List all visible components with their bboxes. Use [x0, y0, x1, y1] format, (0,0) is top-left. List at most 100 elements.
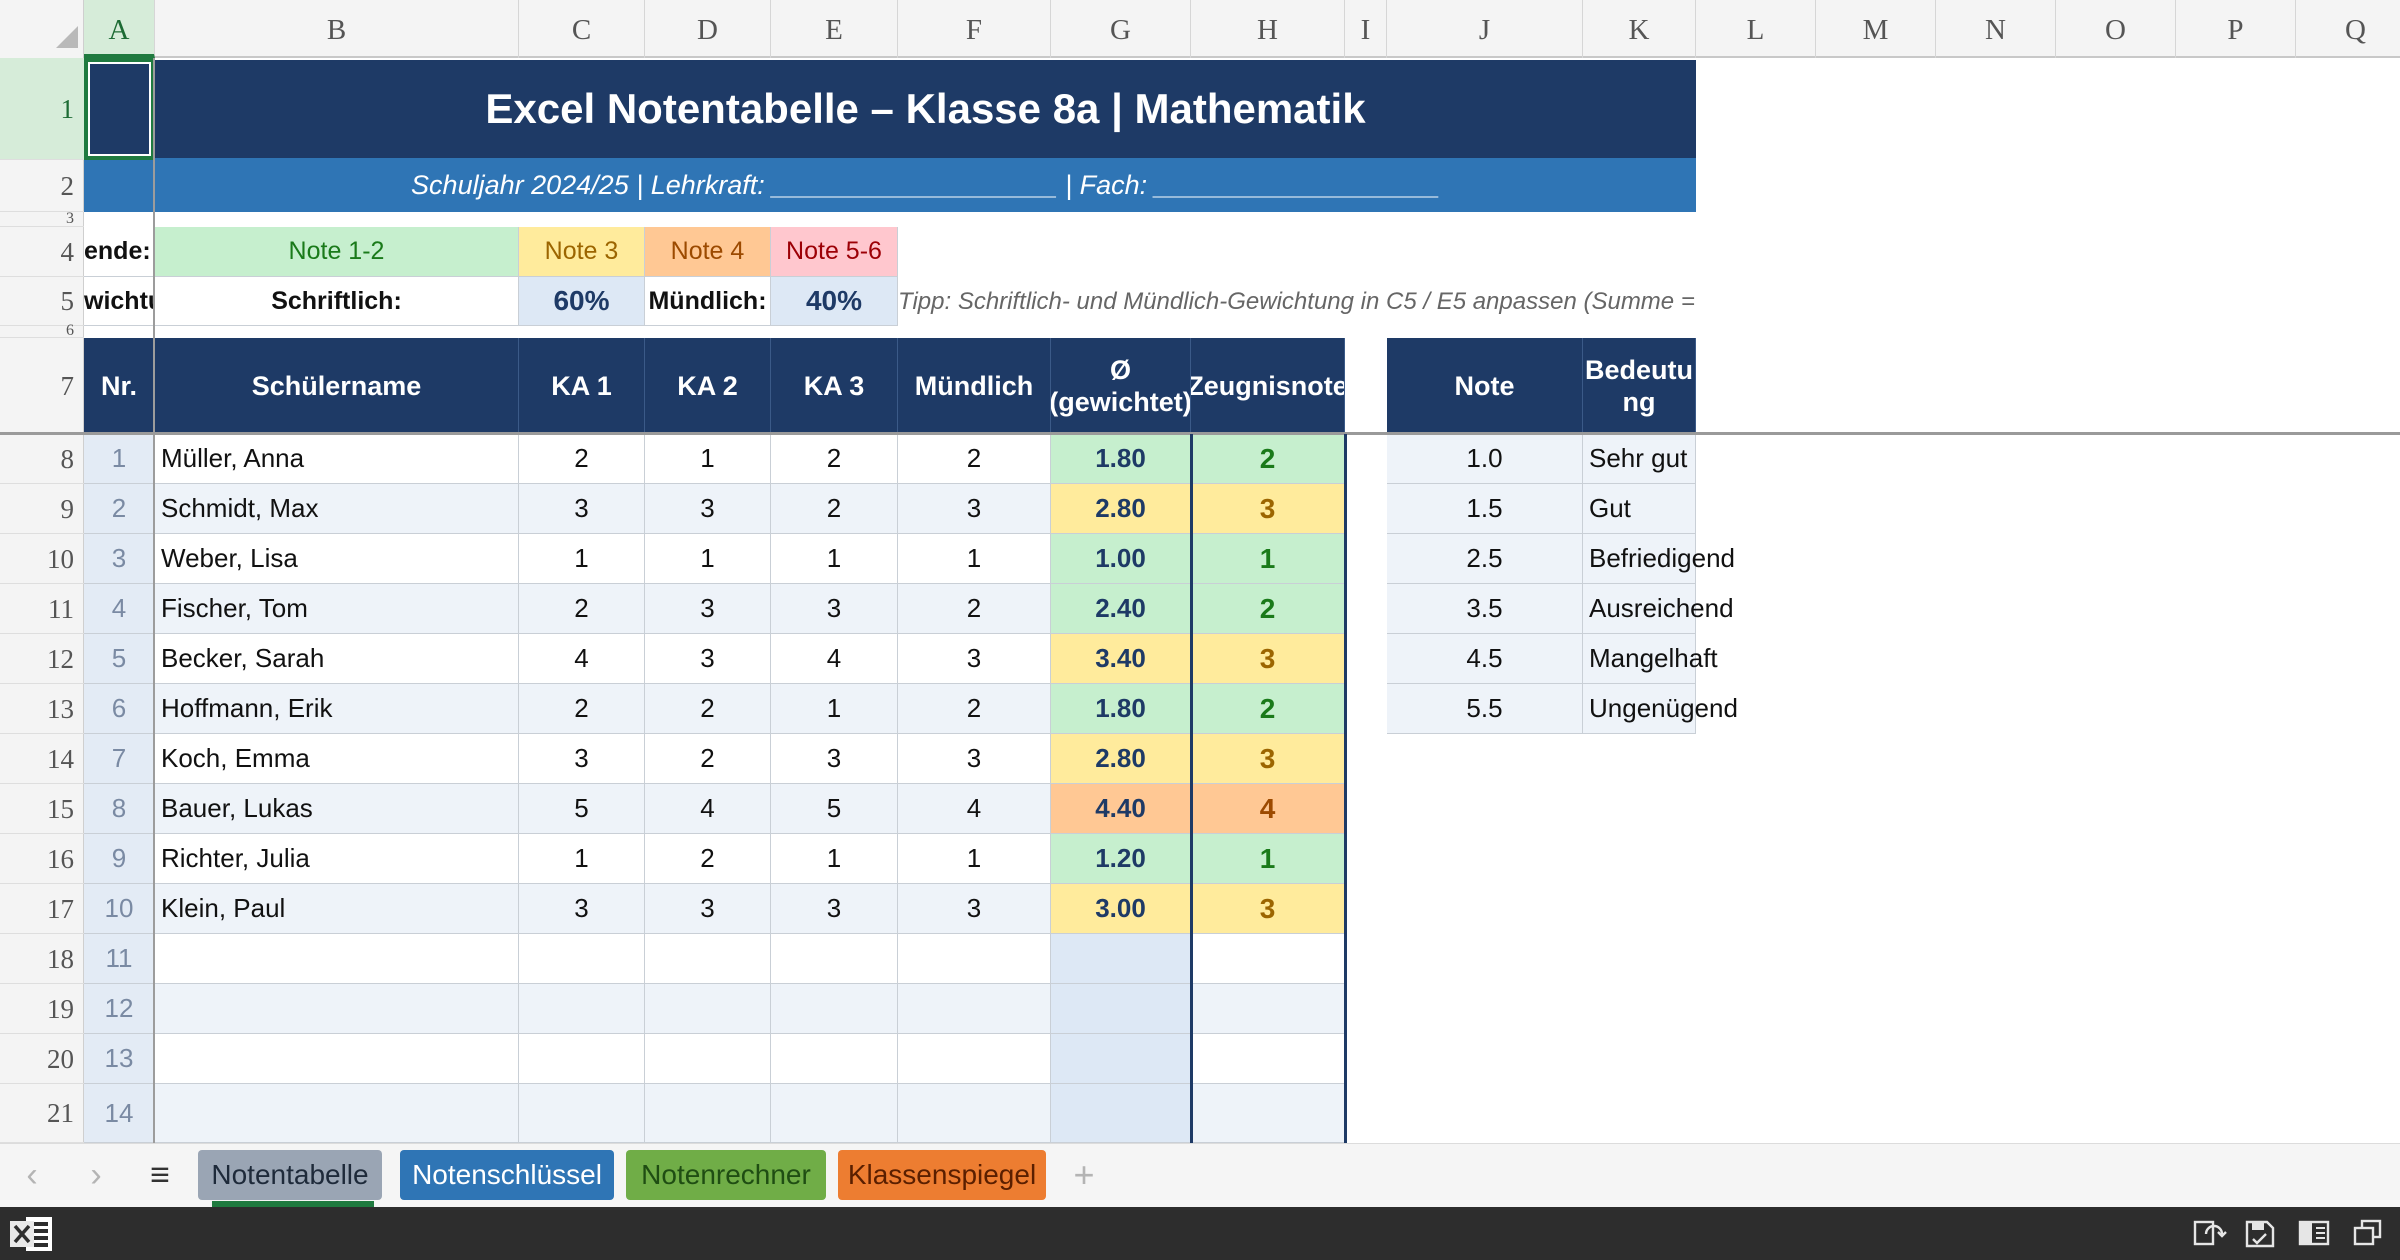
- column-header-e[interactable]: E: [771, 0, 898, 58]
- grade-cell-ka1[interactable]: 3: [519, 884, 645, 934]
- grade-cell-ka2[interactable]: [645, 984, 771, 1034]
- final-grade-cell[interactable]: 3: [1191, 484, 1345, 534]
- row-header-21[interactable]: 21: [0, 1084, 84, 1143]
- grade-cell-ka2[interactable]: 3: [645, 484, 771, 534]
- grade-cell-ka1[interactable]: [519, 1034, 645, 1084]
- grade-cell-oral[interactable]: 3: [898, 634, 1051, 684]
- key-meaning-cell[interactable]: Mangelhaft: [1583, 634, 1718, 684]
- final-grade-cell[interactable]: 2: [1191, 434, 1345, 484]
- weighted-average-cell[interactable]: 1.00: [1051, 534, 1191, 584]
- row-header-19[interactable]: 19: [0, 984, 84, 1034]
- grade-cell-oral[interactable]: [898, 1084, 1051, 1143]
- column-header-g[interactable]: G: [1051, 0, 1191, 58]
- final-grade-cell[interactable]: [1191, 1084, 1345, 1143]
- grade-cell-oral[interactable]: 3: [898, 484, 1051, 534]
- column-header-f[interactable]: F: [898, 0, 1051, 58]
- grade-cell-ka1[interactable]: [519, 1084, 645, 1143]
- row-header-6[interactable]: 6: [0, 323, 84, 339]
- final-grade-cell[interactable]: 1: [1191, 534, 1345, 584]
- grade-cell-ka1[interactable]: 2: [519, 584, 645, 634]
- prev-sheet-button[interactable]: ‹: [12, 1143, 52, 1207]
- student-name-cell[interactable]: [155, 934, 519, 984]
- grade-cell-ka3[interactable]: 1: [771, 684, 898, 734]
- student-name-cell[interactable]: Koch, Emma: [155, 734, 519, 784]
- grade-cell-oral[interactable]: 3: [898, 734, 1051, 784]
- key-meaning-cell[interactable]: Befriedigend: [1583, 534, 1735, 584]
- key-note-cell[interactable]: 3.5: [1387, 584, 1583, 634]
- final-grade-cell[interactable]: 4: [1191, 784, 1345, 834]
- grade-cell-ka1[interactable]: 5: [519, 784, 645, 834]
- grade-cell-ka2[interactable]: 4: [645, 784, 771, 834]
- weighted-average-cell[interactable]: 3.40: [1051, 634, 1191, 684]
- weighted-average-cell[interactable]: [1051, 934, 1191, 984]
- grade-cell-ka3[interactable]: [771, 1034, 898, 1084]
- row-header-8[interactable]: 8: [0, 434, 84, 484]
- sheet-list-menu-icon[interactable]: ≡: [140, 1143, 180, 1207]
- oral-weight-input[interactable]: 40%: [771, 277, 898, 326]
- column-header-j[interactable]: J: [1387, 0, 1583, 58]
- key-note-cell[interactable]: 1.0: [1387, 434, 1583, 484]
- grade-cell-ka2[interactable]: [645, 1034, 771, 1084]
- grade-cell-oral[interactable]: 4: [898, 784, 1051, 834]
- weighted-average-cell[interactable]: 4.40: [1051, 784, 1191, 834]
- grade-cell-ka2[interactable]: 2: [645, 734, 771, 784]
- row-header-4[interactable]: 4: [0, 227, 84, 277]
- grade-cell-ka1[interactable]: 2: [519, 434, 645, 484]
- grade-cell-ka3[interactable]: 2: [771, 484, 898, 534]
- key-meaning-cell[interactable]: Gut: [1583, 484, 1696, 534]
- row-header-5[interactable]: 5: [0, 277, 84, 326]
- row-header-14[interactable]: 14: [0, 734, 84, 784]
- key-meaning-cell[interactable]: Sehr gut: [1583, 434, 1696, 484]
- row-header-16[interactable]: 16: [0, 834, 84, 884]
- row-header-15[interactable]: 15: [0, 784, 84, 834]
- grade-cell-ka3[interactable]: 3: [771, 884, 898, 934]
- row-header-18[interactable]: 18: [0, 934, 84, 984]
- grade-cell-oral[interactable]: 1: [898, 534, 1051, 584]
- add-sheet-button[interactable]: +: [1062, 1143, 1106, 1207]
- final-grade-cell[interactable]: [1191, 934, 1345, 984]
- grade-cell-ka3[interactable]: [771, 984, 898, 1034]
- weighted-average-cell[interactable]: 2.40: [1051, 584, 1191, 634]
- grade-cell-ka2[interactable]: [645, 934, 771, 984]
- column-header-h[interactable]: H: [1191, 0, 1345, 58]
- grade-cell-ka3[interactable]: 3: [771, 584, 898, 634]
- weighted-average-cell[interactable]: 1.20: [1051, 834, 1191, 884]
- column-header-d[interactable]: D: [645, 0, 771, 58]
- final-grade-cell[interactable]: 3: [1191, 634, 1345, 684]
- grade-cell-ka3[interactable]: 2: [771, 434, 898, 484]
- student-name-cell[interactable]: Richter, Julia: [155, 834, 519, 884]
- weighted-average-cell[interactable]: 2.80: [1051, 734, 1191, 784]
- grade-cell-ka1[interactable]: 2: [519, 684, 645, 734]
- sheet-tab-klassenspiegel[interactable]: Klassenspiegel: [838, 1150, 1046, 1200]
- final-grade-cell[interactable]: 3: [1191, 734, 1345, 784]
- row-header-2[interactable]: 2: [0, 160, 84, 212]
- column-header-n[interactable]: N: [1936, 0, 2056, 58]
- grade-cell-oral[interactable]: 2: [898, 434, 1051, 484]
- grade-cell-ka3[interactable]: 1: [771, 834, 898, 884]
- weighted-average-cell[interactable]: [1051, 984, 1191, 1034]
- written-weight-input[interactable]: 60%: [519, 277, 645, 326]
- grade-cell-ka1[interactable]: 4: [519, 634, 645, 684]
- student-name-cell[interactable]: Hoffmann, Erik: [155, 684, 519, 734]
- row-header-7[interactable]: 7: [0, 338, 84, 434]
- grade-cell-ka2[interactable]: [645, 1084, 771, 1143]
- grade-cell-oral[interactable]: [898, 1034, 1051, 1084]
- column-header-l[interactable]: L: [1696, 0, 1816, 58]
- grade-cell-oral[interactable]: 2: [898, 584, 1051, 634]
- row-header-20[interactable]: 20: [0, 1034, 84, 1084]
- column-header-q[interactable]: Q: [2296, 0, 2400, 58]
- grade-cell-ka3[interactable]: [771, 1084, 898, 1143]
- grade-cell-ka1[interactable]: 1: [519, 534, 645, 584]
- row-header-11[interactable]: 11: [0, 584, 84, 634]
- column-header-m[interactable]: M: [1816, 0, 1936, 58]
- row-header-17[interactable]: 17: [0, 884, 84, 934]
- active-cell-a1[interactable]: [84, 58, 155, 160]
- grade-cell-ka2[interactable]: 2: [645, 834, 771, 884]
- student-name-cell[interactable]: Schmidt, Max: [155, 484, 519, 534]
- grade-cell-ka3[interactable]: [771, 934, 898, 984]
- final-grade-cell[interactable]: 2: [1191, 684, 1345, 734]
- student-name-cell[interactable]: Müller, Anna: [155, 434, 519, 484]
- student-name-cell[interactable]: [155, 1034, 519, 1084]
- grade-cell-ka3[interactable]: 5: [771, 784, 898, 834]
- save-icon[interactable]: [2242, 1216, 2278, 1250]
